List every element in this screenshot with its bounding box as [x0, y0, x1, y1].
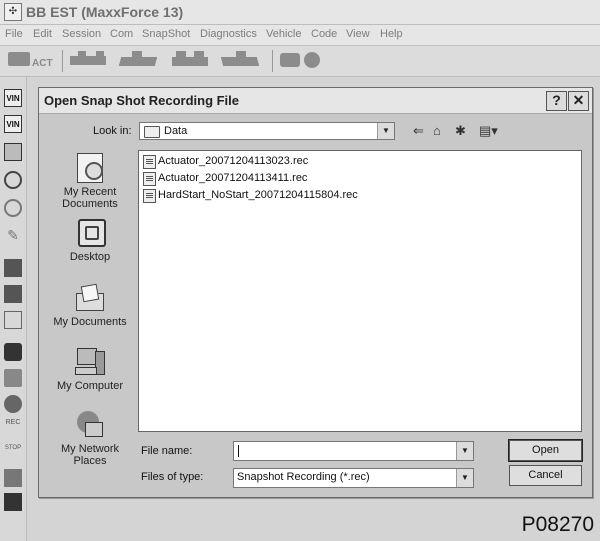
place-my-documents[interactable]: My Documents	[49, 283, 131, 328]
list-item[interactable]: HardStart_NoStart_20071204115804.rec	[143, 188, 383, 204]
look-in-select[interactable]: Data ▼	[139, 122, 395, 140]
list-item[interactable]: Actuator_20071204113023.rec	[143, 154, 343, 170]
menu-diagnostics[interactable]: Diagnostics	[200, 28, 257, 40]
play-icon[interactable]	[4, 395, 22, 413]
place-label: Desktop	[69, 251, 111, 263]
files-of-type-select[interactable]: Snapshot Recording (*.rec) ▼	[233, 468, 474, 488]
recent-documents-icon	[75, 153, 105, 183]
files-of-type-label: Files of type:	[141, 471, 204, 483]
menu-bar: File Edit Session Com SnapShot Diagnosti…	[0, 25, 600, 46]
menu-vehicle[interactable]: Vehicle	[266, 28, 301, 40]
gun-icon[interactable]	[4, 369, 22, 387]
block-1-icon[interactable]	[4, 259, 22, 277]
file-list[interactable]: Actuator_20071204113023.rec Actuator_200…	[138, 150, 582, 432]
my-documents-icon	[75, 283, 105, 313]
back-arrow-icon[interactable]: ⇐	[413, 123, 424, 139]
left-toolbar: VIN VIN ✎ REC STOP	[0, 77, 27, 541]
view-menu-icon[interactable]: ▤▾	[479, 123, 498, 139]
wrench-icon[interactable]	[4, 171, 22, 189]
cancel-button[interactable]: Cancel	[509, 465, 582, 486]
place-label: My Computer	[56, 380, 124, 392]
truck-tool-4-icon[interactable]	[220, 50, 262, 72]
app-title: BB EST (MaxxForce 13)	[26, 4, 184, 20]
rec-icon[interactable]: REC	[4, 419, 22, 437]
menu-com[interactable]: Com	[110, 28, 133, 40]
new-folder-icon[interactable]: ✱	[455, 123, 466, 139]
chevron-down-icon[interactable]: ▼	[456, 442, 473, 460]
file-name-label: File name:	[141, 445, 193, 457]
block-2-icon[interactable]	[4, 285, 22, 303]
up-folder-icon[interactable]: ⌂	[433, 123, 441, 138]
chevron-down-icon[interactable]: ▼	[456, 469, 473, 487]
menu-session[interactable]: Session	[62, 28, 101, 40]
list-item[interactable]: Actuator_20071204113411.rec	[143, 171, 343, 187]
folder-icon	[144, 126, 160, 138]
look-in-label: Look in:	[93, 125, 132, 137]
close-button[interactable]: ✕	[568, 91, 589, 111]
menu-code[interactable]: Code	[311, 28, 337, 40]
place-my-computer[interactable]: My Computer	[49, 347, 131, 392]
place-label: My Recent Documents	[62, 186, 118, 210]
injector-icon[interactable]	[4, 311, 22, 329]
module-icon[interactable]	[4, 143, 22, 161]
dialog-title: Open Snap Shot Recording File	[44, 93, 240, 108]
place-label: My Network Places	[60, 443, 120, 467]
act-button[interactable]: ACT	[8, 50, 56, 72]
open-file-dialog: Open Snap Shot Recording File ? ✕ Look i…	[38, 87, 593, 498]
snapshot-list-icon[interactable]	[4, 469, 22, 487]
truck-tool-2-icon[interactable]	[118, 50, 160, 72]
menu-view[interactable]: View	[346, 28, 370, 40]
app-title-bar: ✣ BB EST (MaxxForce 13)	[0, 0, 600, 25]
rec-file-icon	[143, 172, 156, 186]
truck-small-icon[interactable]	[4, 493, 22, 511]
truck-tool-1-icon[interactable]	[70, 50, 110, 72]
figure-label: P08270	[521, 513, 594, 536]
menu-help[interactable]: Help	[380, 28, 403, 40]
place-label: My Documents	[53, 316, 127, 328]
rec-file-icon	[143, 155, 156, 169]
app-logo-icon: ✣	[4, 3, 22, 21]
place-desktop[interactable]: Desktop	[49, 218, 131, 263]
toolbar: ACT	[0, 46, 600, 77]
gauge-icon[interactable]	[4, 199, 22, 217]
truck-tool-3-icon[interactable]	[172, 50, 212, 72]
camera-icon[interactable]	[4, 343, 22, 361]
menu-edit[interactable]: Edit	[33, 28, 52, 40]
file-name-input[interactable]: ▼	[233, 441, 474, 461]
tool-icon[interactable]: ✎	[4, 227, 22, 245]
network-places-icon	[75, 410, 105, 440]
open-button[interactable]: Open	[508, 439, 583, 462]
vin-edit-icon[interactable]: VIN	[4, 115, 22, 133]
place-recent-documents[interactable]: My Recent Documents	[49, 153, 131, 210]
text-cursor	[238, 445, 239, 457]
chevron-down-icon[interactable]: ▼	[377, 123, 394, 139]
dialog-title-bar: Open Snap Shot Recording File ? ✕	[39, 88, 592, 114]
rec-file-icon	[143, 189, 156, 203]
stop-icon[interactable]: STOP	[4, 445, 22, 463]
act-label: ACT	[32, 58, 53, 69]
desktop-icon	[75, 218, 106, 248]
tool-lamp-icon[interactable]	[280, 50, 324, 72]
place-network[interactable]: My Network Places	[49, 410, 131, 467]
vin-icon[interactable]: VIN	[4, 89, 22, 107]
menu-file[interactable]: File	[5, 28, 23, 40]
my-computer-icon	[75, 347, 105, 377]
help-button[interactable]: ?	[546, 91, 567, 111]
menu-snapshot[interactable]: SnapShot	[142, 28, 190, 40]
